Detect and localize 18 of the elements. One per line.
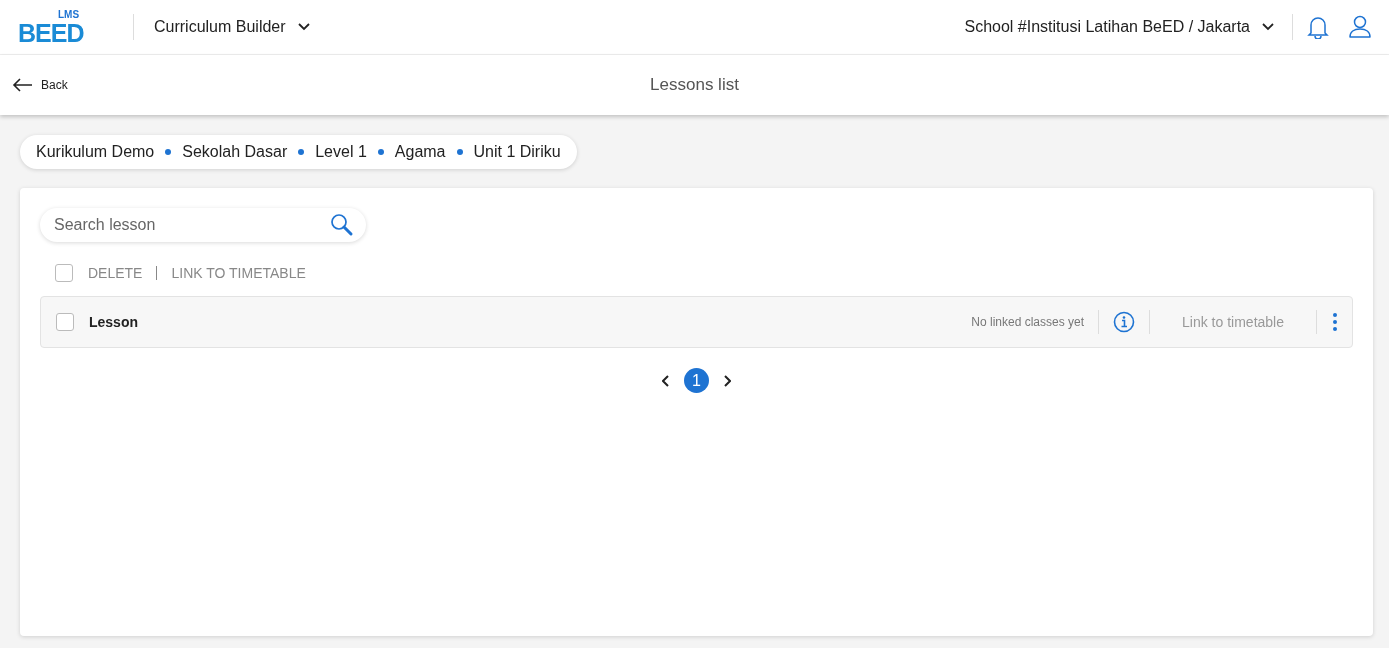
page-number-button[interactable]: 1 xyxy=(684,368,709,393)
logo-wordmark: BEED xyxy=(18,19,84,48)
school-menu-button[interactable]: School #Institusi Latihan BeED / Jakarta xyxy=(964,18,1274,36)
breadcrumb-item[interactable]: Unit 1 Diriku xyxy=(473,143,561,161)
breadcrumb-item[interactable]: Level 1 xyxy=(315,143,367,161)
app-menu-button[interactable]: Curriculum Builder xyxy=(154,18,310,36)
lesson-name: Lesson xyxy=(89,314,139,330)
back-button[interactable]: Back xyxy=(12,78,68,92)
linked-classes-status: No linked classes yet xyxy=(971,315,1085,329)
bulk-action-button[interactable]: LINK TO TIMETABLE xyxy=(171,265,306,281)
lesson-row[interactable]: Lesson No linked classes yet Link to timetable xyxy=(40,296,1353,348)
breadcrumb-item[interactable]: Sekolah Dasar xyxy=(182,143,288,161)
page-title: Lessons list xyxy=(650,75,739,95)
breadcrumb-item[interactable]: Kurikulum Demo xyxy=(36,143,155,161)
search-field[interactable]: Search lesson xyxy=(40,208,366,242)
bulk-action-button[interactable]: DELETE xyxy=(88,265,143,281)
logo-subtitle: LMS xyxy=(58,9,80,20)
breadcrumb-item[interactable]: Agama xyxy=(394,143,446,161)
